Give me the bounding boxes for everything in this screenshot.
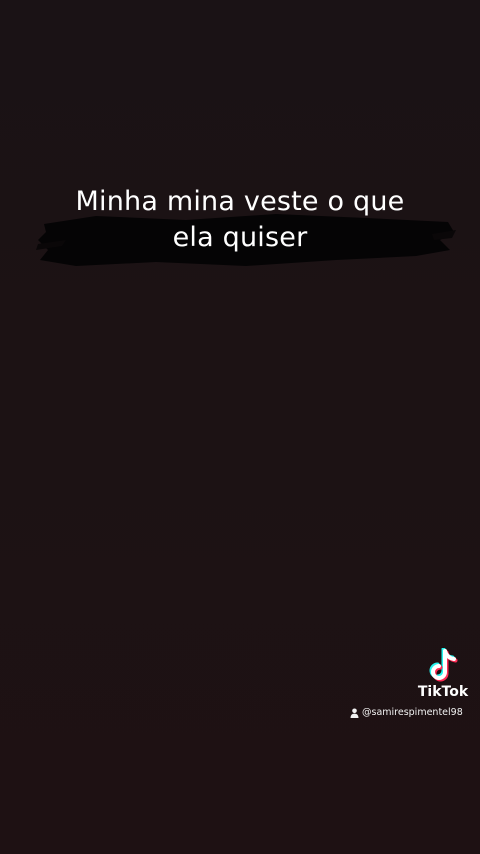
creator-handle-row: @samirespimentel98 bbox=[350, 706, 474, 720]
tiktok-watermark: TikTok @samirespimentel98 bbox=[340, 646, 480, 726]
caption-text: Minha mina veste o que ela quiser bbox=[30, 184, 450, 256]
caption-line-1: Minha mina veste o que bbox=[75, 186, 405, 217]
tiktok-note-icon bbox=[429, 648, 458, 682]
video-frame[interactable]: Minha mina veste o que ela quiser TikTok… bbox=[0, 0, 480, 854]
creator-handle: @samirespimentel98 bbox=[362, 707, 463, 718]
user-icon bbox=[350, 708, 359, 718]
caption: Minha mina veste o que ela quiser bbox=[0, 180, 480, 270]
caption-line-2: ela quiser bbox=[172, 222, 308, 253]
tiktok-wordmark: TikTok bbox=[417, 684, 469, 700]
